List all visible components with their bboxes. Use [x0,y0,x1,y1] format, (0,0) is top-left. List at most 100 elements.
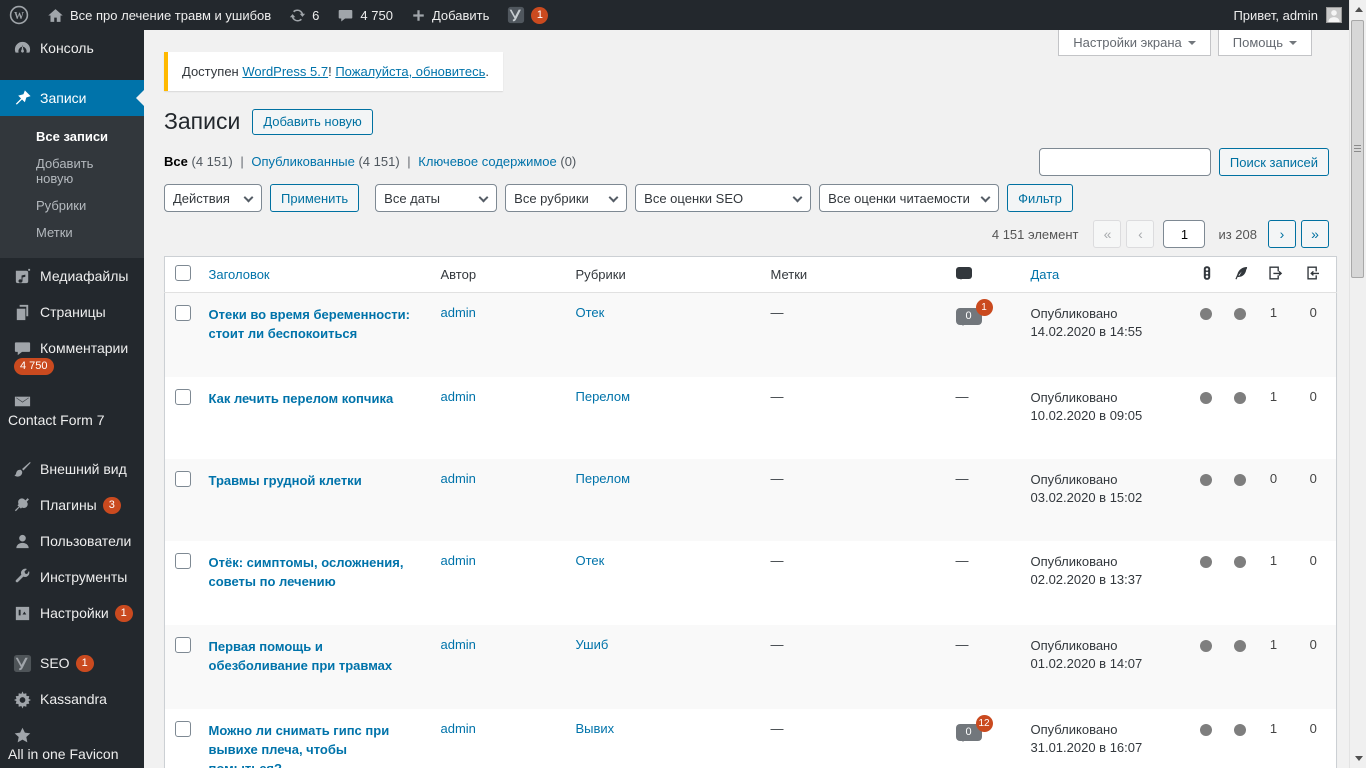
yoast-admin-bar-menu[interactable]: 1 [498,0,557,30]
sidebar-item-seo[interactable]: SEO 1 [0,645,144,681]
howdy-greeting[interactable]: Привет, admin [1233,8,1318,23]
post-title-link[interactable]: Травмы грудной клетки [209,471,362,490]
avatar[interactable] [1326,7,1342,23]
current-page-input[interactable] [1163,220,1206,248]
row-select-checkbox[interactable] [175,305,191,321]
first-page-button[interactable]: « [1093,220,1122,248]
sidebar-item-plugins[interactable]: Плагины 3 [0,487,144,523]
sidebar-item-media[interactable]: Медиафайлы [0,258,144,294]
vertical-scrollbar[interactable] [1349,0,1366,768]
add-new-post-button[interactable]: Добавить новую [252,108,373,135]
screen-options-tab[interactable]: Настройки экрана [1058,30,1211,56]
sidebar-item-users[interactable]: Пользователи [0,523,144,559]
sidebar-item-kassandra[interactable]: Kassandra [0,681,144,717]
row-select-checkbox[interactable] [175,637,191,653]
submenu-add-new[interactable]: Добавить новую [0,150,144,192]
post-author-link[interactable]: admin [441,305,476,320]
post-author-link[interactable]: admin [441,389,476,404]
sidebar-item-pages[interactable]: Страницы [0,294,144,330]
last-page-button[interactable]: » [1301,220,1329,248]
approved-comments-count: 0 [965,726,972,738]
pending-comments-badge[interactable]: 12 [975,715,993,732]
post-date: 14.02.2020 в 14:55 [1030,324,1143,339]
sidebar-item-label: Страницы [40,304,106,320]
seo-score-dot [1199,724,1212,736]
view-published-link[interactable]: Опубликованные (4 151) [251,154,399,169]
chevron-down-icon [608,192,619,203]
categories-filter-select[interactable]: Все рубрики [505,184,628,212]
seo-score-column-icon [1199,265,1215,281]
post-author-link[interactable]: admin [441,471,476,486]
row-select-checkbox[interactable] [175,721,191,737]
scroll-up-button[interactable] [1350,0,1366,17]
submenu-categories[interactable]: Рубрики [0,192,144,219]
post-title-link[interactable]: Отёк: симптомы, осложнения, советы по ле… [209,553,421,591]
filter-button[interactable]: Фильтр [1007,184,1073,212]
post-title-link[interactable]: Отеки во время беременности: стоит ли бе… [209,305,421,343]
post-title-link[interactable]: Как лечить перелом копчика [209,389,394,408]
sidebar-item-tools[interactable]: Инструменты [0,559,144,595]
sidebar-item-label: Записи [40,90,87,106]
sort-by-title-header[interactable]: Заголовок [209,267,270,282]
sidebar-item-posts[interactable]: Записи [0,80,144,116]
row-select-checkbox[interactable] [175,471,191,487]
post-author-link[interactable]: admin [441,721,476,736]
post-category-link[interactable]: Вывих [576,721,615,736]
admin-menu: Консоль Записи Все записи Добавить новую… [0,30,144,768]
select-all-checkbox[interactable] [175,265,191,281]
comments-column-icon[interactable] [955,267,972,280]
new-content-menu[interactable]: Добавить [402,0,498,30]
submenu-all-posts[interactable]: Все записи [0,123,144,150]
site-name-link[interactable]: Все про лечение травм и ушибов [38,0,280,30]
row-select-checkbox[interactable] [175,389,191,405]
post-category-link[interactable]: Ушиб [576,637,609,652]
previous-page-button[interactable]: ‹ [1126,220,1155,248]
seo-scores-filter-select[interactable]: Все оценки SEO [635,184,812,212]
view-all-link[interactable]: Все (4 151) [164,154,233,169]
sidebar-item-settings[interactable]: Настройки 1 [0,595,144,631]
sidebar-item-comments[interactable]: Комментарии 4 750 [0,330,144,383]
post-category-link[interactable]: Перелом [576,389,631,404]
please-update-link[interactable]: Пожалуйста, обновитесь [335,64,485,79]
table-row: Можно ли снимать гипс при вывихе плеча, … [165,709,1337,768]
next-page-button[interactable]: › [1268,220,1296,248]
sidebar-item-all-in-one-favicon[interactable]: All in one Favicon [0,717,144,768]
incoming-links-count: 0 [1309,721,1317,736]
post-author-link[interactable]: admin [441,553,476,568]
scrollbar-thumb[interactable] [1351,20,1364,278]
help-tab[interactable]: Помощь [1217,30,1312,56]
comments-menu[interactable]: 4 750 [328,0,402,30]
bulk-actions-select[interactable]: Действия [164,184,262,212]
post-title-link[interactable]: Можно ли снимать гипс при вывихе плеча, … [209,721,421,768]
search-input[interactable] [1038,148,1211,176]
post-category-link[interactable]: Перелом [576,471,631,486]
scroll-down-button[interactable] [1350,751,1366,768]
search-posts-button[interactable]: Поиск записей [1218,148,1329,176]
post-title-link[interactable]: Первая помощь и обезболивание при травма… [209,637,421,675]
outgoing-links-count: 1 [1269,305,1278,320]
author-column-header: Автор [430,256,566,293]
table-row: Отеки во время беременности: стоит ли бе… [164,292,1337,377]
sidebar-item-appearance[interactable]: Внешний вид [0,451,144,487]
table-row: Первая помощь и обезболивание при травма… [164,625,1337,709]
row-select-checkbox[interactable] [175,553,191,569]
readability-filter-select[interactable]: Все оценки читаемости [819,184,1000,212]
post-category-link[interactable]: Отек [576,553,605,568]
post-author-link[interactable]: admin [441,637,476,652]
sidebar-item-dashboard[interactable]: Консоль [0,30,144,66]
submenu-tags[interactable]: Метки [0,219,144,246]
pending-comments-badge[interactable]: 1 [975,299,993,316]
media-icon [12,266,32,286]
updates-menu[interactable]: 6 [280,0,328,30]
apply-button[interactable]: Применить [270,184,360,212]
sidebar-item-label: Консоль [40,40,94,56]
view-cornerstone-link[interactable]: Ключевое содержимое (0) [418,154,576,169]
table-row: Как лечить перелом копчика admin Перелом… [165,377,1337,459]
post-category-link[interactable]: Отек [576,305,605,320]
dates-filter-select[interactable]: Все даты [375,184,498,212]
wordpress-update-link[interactable]: WordPress 5.7 [242,64,328,79]
sort-by-date-header[interactable]: Дата [1031,267,1060,282]
sidebar-item-contact-form-7[interactable]: Contact Form 7 [0,383,144,437]
wordpress-logo-menu[interactable]: W [0,0,38,30]
updates-count: 6 [312,7,320,23]
